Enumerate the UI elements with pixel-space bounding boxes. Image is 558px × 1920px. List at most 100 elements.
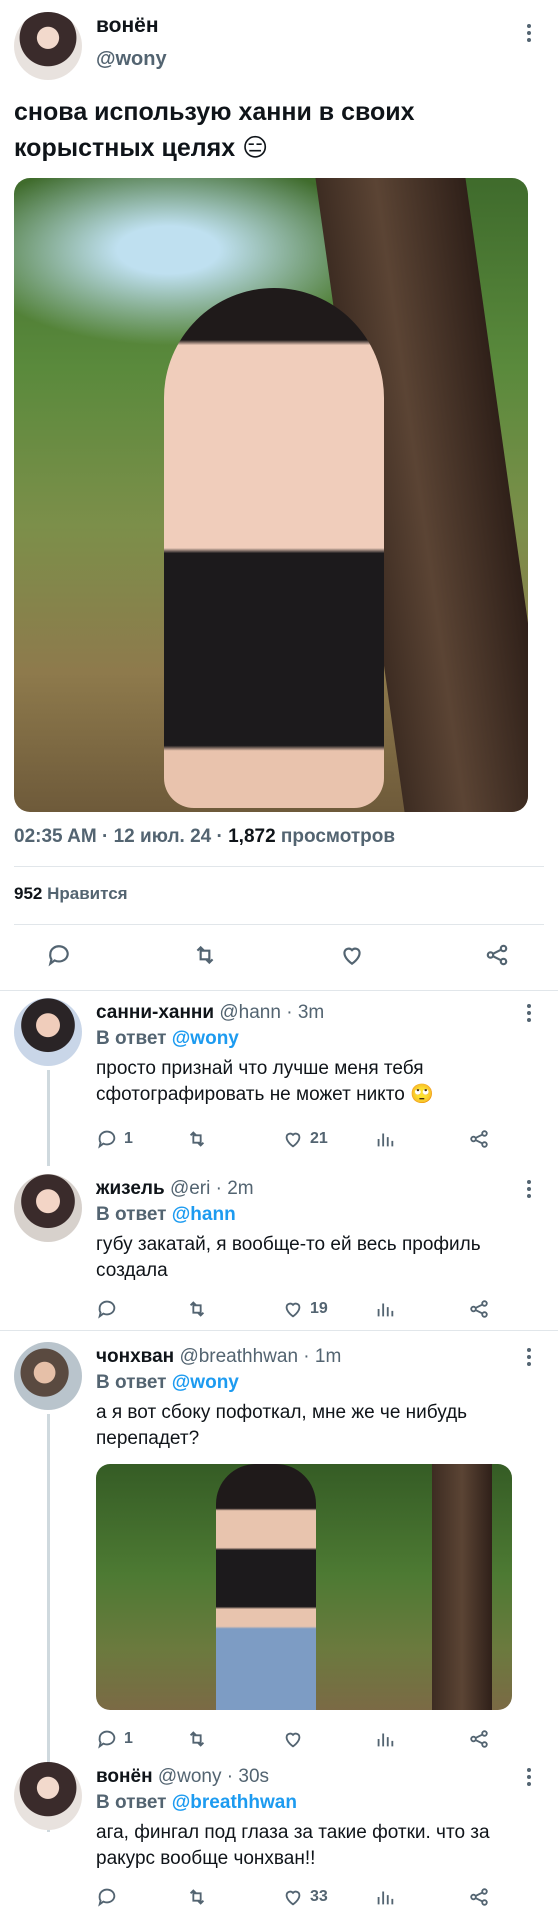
views-icon: [377, 1303, 394, 1317]
heart-icon: [285, 1890, 301, 1906]
share-button[interactable]: [468, 1728, 490, 1750]
timestamp: 02:35 AM · 12 июл. 24 ·: [14, 826, 229, 847]
author-handle[interactable]: @wony: [96, 48, 167, 71]
views-button[interactable]: [374, 1886, 396, 1908]
like-count: 21: [310, 1130, 328, 1147]
reply-to: В ответ @breathhwan: [96, 1792, 297, 1813]
reply-count: 1: [124, 1130, 133, 1147]
reply-text: просто признай что лучше меня тебя сфото…: [96, 1058, 434, 1105]
reply-text: губу закатай, я вообще-то ей весь профил…: [96, 1234, 481, 1281]
retweet-icon: [189, 1131, 205, 1147]
reply-header: вонён @wony · 30s: [96, 1766, 269, 1788]
author-name[interactable]: чонхван: [96, 1346, 174, 1367]
share-icon: [470, 1888, 488, 1906]
heart-icon: [285, 1132, 301, 1148]
author-handle[interactable]: @breathhwan · 1m: [179, 1346, 341, 1367]
more-options-icon[interactable]: [526, 24, 532, 46]
views-button[interactable]: [374, 1728, 396, 1750]
likes-label: Нравится: [42, 884, 128, 903]
reply-button[interactable]: [46, 942, 72, 968]
more-options-icon[interactable]: [526, 1768, 532, 1790]
views-icon: [377, 1891, 394, 1905]
tweet-actions: [0, 940, 558, 980]
reply-button[interactable]: [96, 1886, 124, 1908]
views-icon: [377, 1133, 394, 1147]
like-count: 33: [310, 1888, 328, 1905]
retweet-button[interactable]: [192, 942, 218, 968]
reply-to: В ответ @wony: [96, 1372, 239, 1393]
retweet-button[interactable]: [186, 1298, 208, 1320]
author-handle[interactable]: @eri · 2m: [170, 1178, 254, 1199]
divider: [0, 1330, 558, 1331]
author-name[interactable]: жизель: [96, 1178, 165, 1199]
reply-to: В ответ @wony: [96, 1028, 239, 1049]
tweet-photo[interactable]: [14, 178, 528, 812]
mention-link[interactable]: @wony: [172, 1372, 239, 1393]
share-button[interactable]: [484, 942, 510, 968]
avatar[interactable]: [14, 998, 82, 1066]
reply-icon: [98, 1888, 116, 1907]
reply-button[interactable]: [96, 1298, 124, 1320]
tweet-meta: 02:35 AM · 12 июл. 24 · 1,872 просмотров: [14, 826, 395, 848]
share-icon: [470, 1130, 488, 1148]
divider: [14, 924, 544, 925]
views-label: просмотров: [275, 826, 396, 847]
reply-to: В ответ @hann: [96, 1204, 236, 1225]
reply-header: санни-ханни @hann · 3m: [96, 1002, 324, 1024]
avatar[interactable]: [14, 1342, 82, 1410]
reply-button[interactable]: 1: [96, 1728, 133, 1750]
reply-header: чонхван @breathhwan · 1m: [96, 1346, 341, 1368]
retweet-icon: [196, 945, 214, 965]
reply-text: а я вот сбоку пофоткал, мне же че нибудь…: [96, 1402, 468, 1449]
like-button[interactable]: [339, 942, 365, 968]
divider: [0, 990, 558, 991]
reply-photo[interactable]: [96, 1464, 512, 1710]
heart-icon: [285, 1732, 301, 1748]
reply-icon: [98, 1130, 116, 1149]
share-button[interactable]: [468, 1298, 490, 1320]
divider: [14, 866, 544, 867]
mention-link[interactable]: @breathhwan: [172, 1792, 297, 1813]
heart-icon: [285, 1302, 301, 1318]
reply-button[interactable]: 1: [96, 1128, 133, 1150]
avatar[interactable]: [14, 12, 82, 80]
author-handle[interactable]: @wony · 30s: [158, 1766, 269, 1787]
views-count: 1,872: [228, 826, 276, 847]
author-name[interactable]: вонён: [96, 14, 159, 38]
likes-count: 952: [14, 884, 43, 903]
mention-link[interactable]: @wony: [172, 1028, 239, 1049]
views-button[interactable]: [374, 1298, 396, 1320]
reply-icon: [98, 1300, 116, 1319]
share-icon: [470, 1730, 488, 1748]
retweet-icon: [189, 1301, 205, 1317]
likes-summary[interactable]: 952 Нравится: [14, 884, 128, 904]
like-button[interactable]: 19: [282, 1298, 328, 1320]
share-button[interactable]: [468, 1886, 490, 1908]
author-name[interactable]: вонён: [96, 1766, 153, 1787]
mention-link[interactable]: @hann: [172, 1204, 236, 1225]
avatar[interactable]: [14, 1174, 82, 1242]
more-options-icon[interactable]: [526, 1348, 532, 1370]
share-button[interactable]: [468, 1128, 490, 1150]
reply-count: 1: [124, 1730, 133, 1747]
tweet-text: снова использую ханни в своих корыстных …: [14, 98, 415, 162]
author-name[interactable]: санни-ханни: [96, 1002, 214, 1023]
reply-header: жизель @eri · 2m: [96, 1178, 254, 1200]
more-options-icon[interactable]: [526, 1180, 532, 1202]
views-icon: [377, 1733, 394, 1747]
views-button[interactable]: [374, 1128, 396, 1150]
like-button[interactable]: 21: [282, 1128, 328, 1150]
like-button[interactable]: [282, 1728, 310, 1750]
author-handle[interactable]: @hann · 3m: [219, 1002, 324, 1023]
retweet-button[interactable]: [186, 1728, 208, 1750]
retweet-button[interactable]: [186, 1128, 208, 1150]
like-count: 19: [310, 1300, 328, 1317]
reply-icon: [48, 945, 69, 967]
retweet-icon: [189, 1889, 205, 1905]
avatar[interactable]: [14, 1762, 82, 1830]
like-button[interactable]: 33: [282, 1886, 328, 1908]
more-options-icon[interactable]: [526, 1004, 532, 1026]
reply-icon: [98, 1730, 116, 1749]
heart-icon: [343, 947, 361, 965]
retweet-button[interactable]: [186, 1886, 208, 1908]
